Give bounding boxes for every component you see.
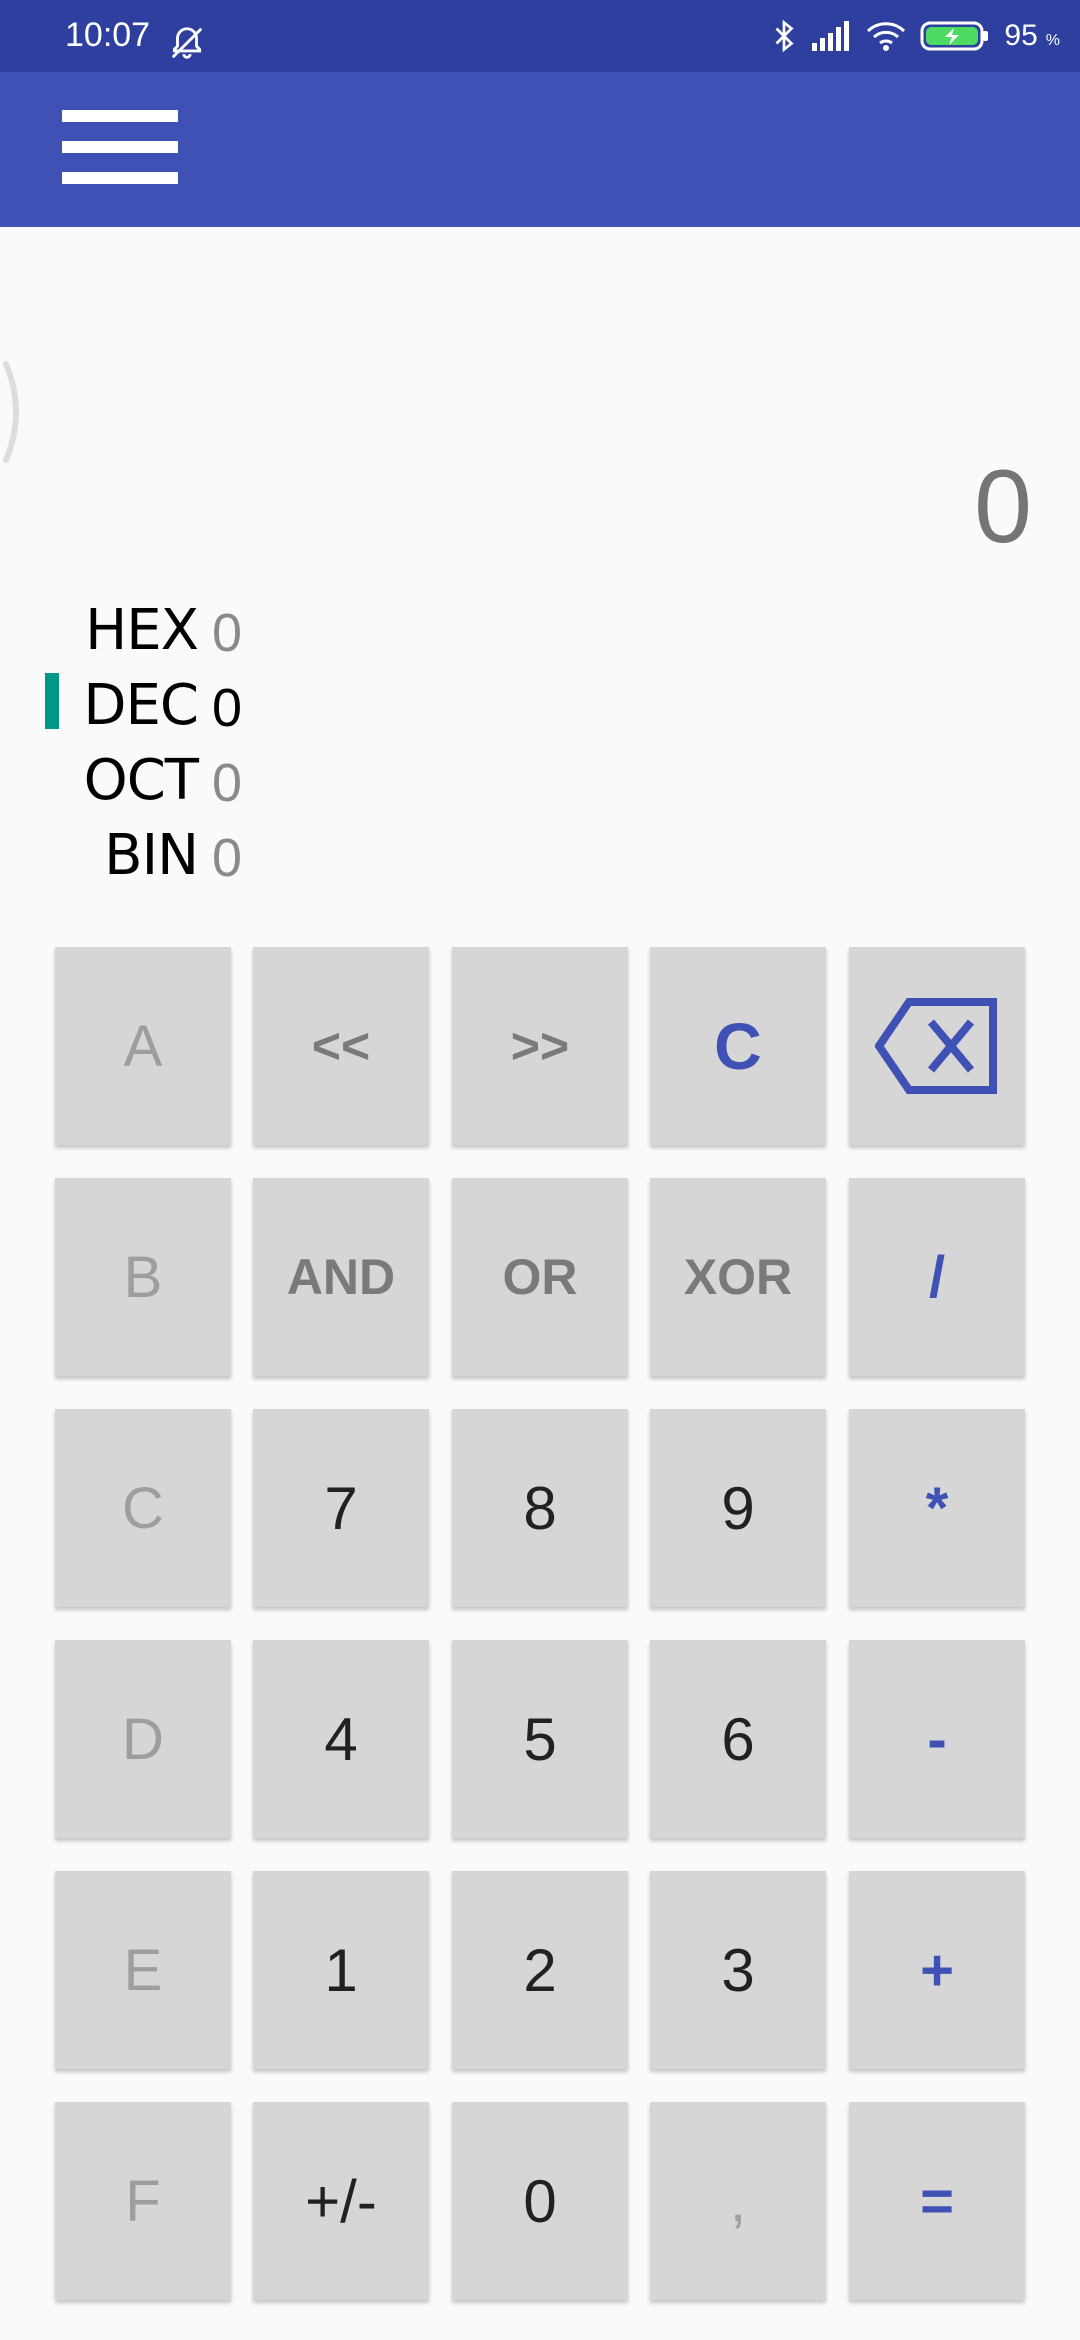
base-row-oct[interactable]: OCT 0: [0, 742, 300, 813]
key-subtract[interactable]: -: [849, 1640, 1025, 1838]
key-9[interactable]: 9: [650, 1409, 826, 1607]
status-icons: 95 %: [772, 14, 1060, 58]
key-a[interactable]: A: [55, 947, 231, 1145]
key-add[interactable]: +: [849, 1871, 1025, 2069]
app-bar: [0, 72, 1080, 227]
key-and[interactable]: AND: [253, 1178, 429, 1376]
key-0[interactable]: 0: [452, 2102, 628, 2300]
base-label-dec: DEC: [83, 673, 199, 738]
key-equals[interactable]: =: [849, 2102, 1025, 2300]
base-row-hex[interactable]: HEX 0: [0, 592, 300, 663]
key-negate[interactable]: +/-: [253, 2102, 429, 2300]
wifi-icon: [867, 22, 906, 51]
base-value-hex: 0: [212, 603, 243, 663]
key-e[interactable]: E: [55, 1871, 231, 2069]
hamburger-menu-icon[interactable]: [40, 102, 200, 192]
result-display: 0: [974, 449, 1032, 565]
status-time: 10:07: [65, 16, 151, 54]
key-6[interactable]: 6: [650, 1640, 826, 1838]
base-label-bin: BIN: [104, 823, 199, 888]
active-base-indicator: [45, 673, 59, 729]
base-label-oct: OCT: [83, 748, 199, 813]
key-clear[interactable]: C: [650, 947, 826, 1145]
base-row-dec[interactable]: DEC 0: [0, 667, 300, 738]
base-value-oct: 0: [212, 753, 243, 813]
key-shift-left[interactable]: <<: [253, 947, 429, 1145]
battery-charging-icon: [920, 21, 989, 51]
key-4[interactable]: 4: [253, 1640, 429, 1838]
battery-level: 95: [1004, 19, 1038, 52]
signal-icon: [812, 21, 850, 51]
base-value-bin: 0: [212, 828, 243, 888]
key-3[interactable]: 3: [650, 1871, 826, 2069]
key-divide[interactable]: /: [849, 1178, 1025, 1376]
base-row-bin[interactable]: BIN 0: [0, 817, 300, 888]
key-shift-right[interactable]: >>: [452, 947, 628, 1145]
key-8[interactable]: 8: [452, 1409, 628, 1607]
backspace-glyph: [875, 998, 997, 1094]
key-f[interactable]: F: [55, 2102, 231, 2300]
key-7[interactable]: 7: [253, 1409, 429, 1607]
key-or[interactable]: OR: [452, 1178, 628, 1376]
bell-off-icon: [171, 27, 203, 59]
key-d[interactable]: D: [55, 1640, 231, 1838]
key-2[interactable]: 2: [452, 1871, 628, 2069]
base-label-hex: HEX: [85, 598, 199, 663]
key-comma[interactable]: ,: [650, 2102, 826, 2300]
key-multiply[interactable]: *: [849, 1409, 1025, 1607]
status-bar: 10:07 95 %: [0, 0, 1080, 72]
key-xor[interactable]: XOR: [650, 1178, 826, 1376]
key-c[interactable]: C: [55, 1409, 231, 1607]
key-b[interactable]: B: [55, 1178, 231, 1376]
key-5[interactable]: 5: [452, 1640, 628, 1838]
battery-percent-sign: %: [1045, 32, 1060, 49]
base-value-dec: 0: [212, 678, 243, 738]
bluetooth-icon: [775, 19, 794, 53]
key-1[interactable]: 1: [253, 1871, 429, 2069]
backspace-icon[interactable]: [849, 947, 1025, 1145]
history-drawer-handle[interactable]: [0, 360, 28, 464]
